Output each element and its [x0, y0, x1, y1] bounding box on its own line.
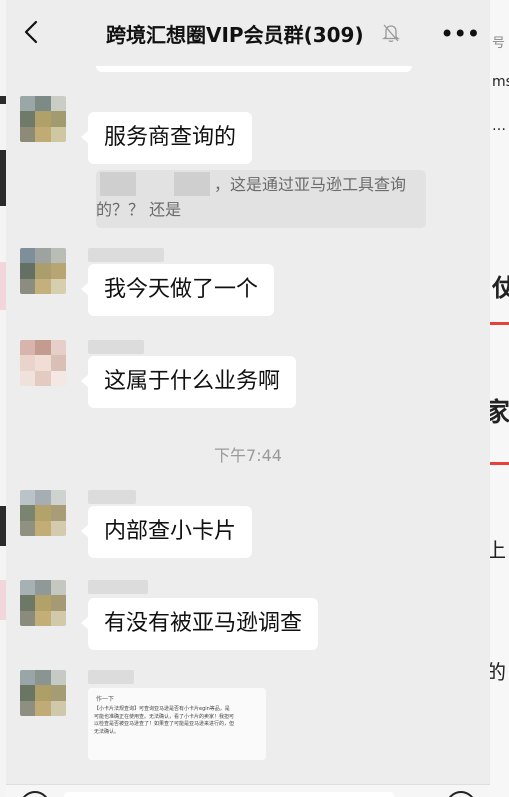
avatar[interactable]	[20, 96, 66, 142]
chat-header: 跨境汇想圈VIP会员群(309) •••	[6, 0, 490, 66]
bg-fragment: …	[492, 118, 506, 134]
avatar[interactable]	[20, 670, 66, 716]
nickname-mask	[88, 340, 144, 354]
avatar[interactable]	[20, 248, 66, 294]
timestamp: 下午7:44	[214, 446, 282, 465]
message-list[interactable]: 服务商查询的 ，这是通过亚马逊工具查询的？？ 还是 我今天做了一个 这属于什么业…	[6, 0, 490, 797]
message-bubble: 服务商查询的	[80, 112, 253, 164]
chat-title: 跨境汇想圈VIP会员群(309)	[106, 23, 364, 47]
image-title: 作一下	[96, 696, 115, 703]
back-arrow-icon[interactable]	[20, 20, 44, 44]
voice-input-icon[interactable]	[20, 791, 50, 797]
image-text: 【小卡片法规查询】可查询亚马逊是否有小卡片egin等品，是可能也准确正在使用查。…	[94, 706, 235, 735]
input-bar	[6, 784, 490, 797]
quoted-message[interactable]: ，这是通过亚马逊工具查询的？？ 还是	[96, 170, 426, 228]
nickname-mask	[88, 248, 164, 262]
message-bubble: 有没有被亚马逊调查	[80, 598, 319, 650]
nickname-mask	[88, 580, 148, 594]
message-bubble: 我今天做了一个	[80, 264, 275, 316]
background-window-right: 号 ms … 仗 家 上 的	[490, 0, 509, 797]
chat-window: 跨境汇想圈VIP会员群(309) ••• 服务商查询的 ，这是通过亚马逊工具查询…	[6, 0, 490, 797]
bg-red-line	[490, 322, 509, 325]
bg-fragment: 上	[490, 538, 506, 562]
add-icon[interactable]	[446, 791, 476, 797]
avatar[interactable]	[20, 340, 66, 386]
image-message[interactable]: 作一下 【小卡片法规查询】可查询亚马逊是否有小卡片egin等品，是可能也准确正在…	[88, 688, 266, 760]
message-input[interactable]	[64, 792, 394, 797]
nickname-mask	[88, 490, 136, 504]
message-bubble: 内部查小卡片	[80, 506, 253, 558]
bg-fragment: ms	[492, 74, 509, 90]
bg-red-line	[490, 462, 509, 465]
message-bubble: 这属于什么业务啊	[80, 356, 297, 408]
mute-bell-icon	[382, 24, 400, 42]
bg-fragment: 的	[490, 660, 506, 684]
avatar[interactable]	[20, 490, 66, 536]
quoted-text: ，这是通过亚马逊工具查询的？？ 还是	[96, 175, 407, 219]
bg-fragment: 家	[490, 398, 509, 428]
more-options-button[interactable]: •••	[440, 20, 480, 48]
nickname-mask	[88, 670, 134, 684]
avatar[interactable]	[20, 580, 66, 626]
bg-fragment: 号	[492, 36, 506, 51]
bg-fragment: 仗	[492, 274, 509, 302]
